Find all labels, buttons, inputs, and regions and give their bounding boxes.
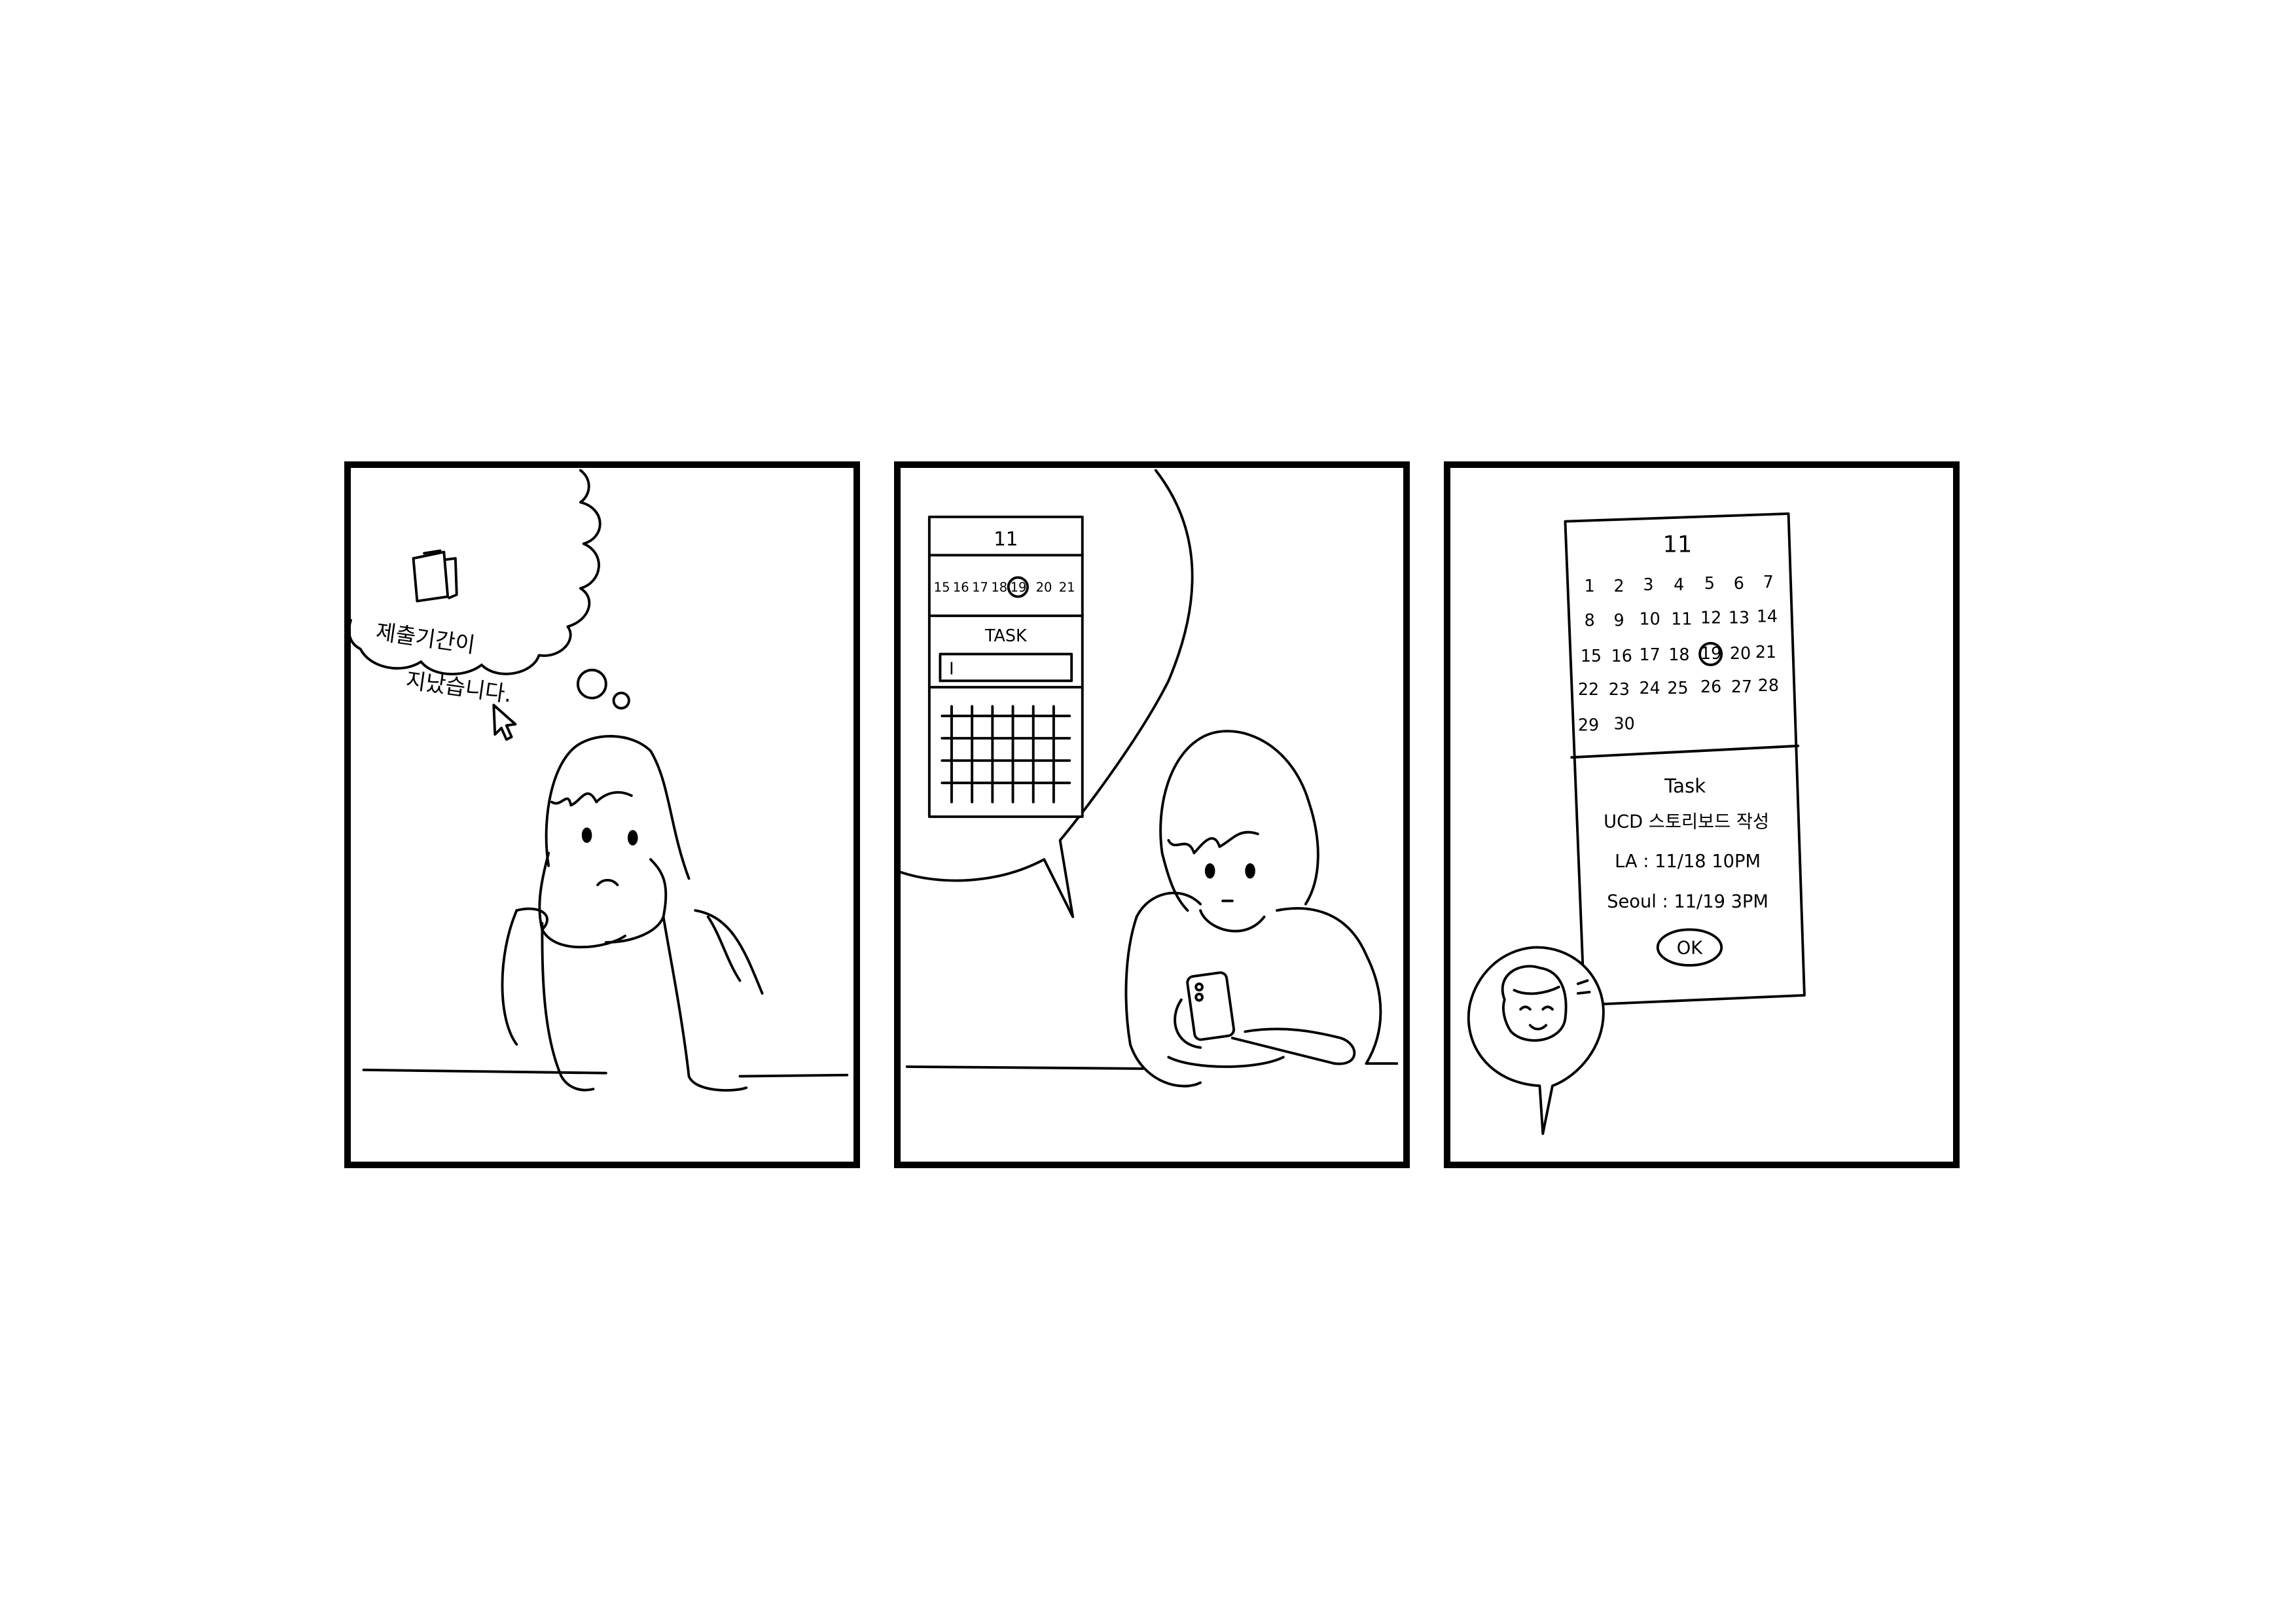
calendar-day: 6 — [1734, 573, 1744, 593]
calendar-day: 26 — [1700, 677, 1721, 696]
calendar-day: 8 — [1585, 611, 1595, 630]
week-day: 16 — [953, 580, 969, 595]
calendar-day: 4 — [1674, 575, 1684, 594]
calendar-month: 11 — [1663, 531, 1693, 558]
week-day: 20 — [1036, 580, 1052, 595]
calendar-day: 27 — [1731, 677, 1752, 696]
calendar-day: 5 — [1704, 573, 1715, 593]
thought-text-line1: 제출기간이 — [374, 618, 476, 658]
task-heading: Task — [1664, 775, 1706, 797]
comic-panel-1: 제출기간이 지났습니다. — [344, 461, 860, 1168]
mock-task-input-cursor: I — [949, 659, 954, 679]
document-icon — [412, 549, 458, 603]
calendar-day: 18 — [1668, 645, 1689, 664]
calendar-day: 11 — [1671, 609, 1692, 629]
panel-3-drawing: 11 1 2 3 4 5 6 7 8 9 10 11 12 13 14 15 1… — [1467, 512, 1806, 1135]
mouse-cursor-icon — [492, 704, 517, 741]
phone-icon — [1186, 971, 1236, 1041]
thought-dot-small — [612, 691, 630, 710]
calendar-day: 25 — [1667, 678, 1688, 698]
calendar-day: 30 — [1614, 713, 1635, 733]
la-time: LA : 11/18 10PM — [1615, 851, 1761, 872]
task-title: UCD 스토리보드 작성 — [1604, 812, 1769, 832]
week-day-selected: 19 — [1011, 580, 1027, 595]
table-edge — [905, 1062, 1399, 1070]
thought-dot-large — [577, 668, 607, 700]
calendar-day: 23 — [1609, 679, 1630, 699]
panel-1-drawing: 제출기간이 지났습니다. — [351, 469, 849, 1092]
comic-panel-3: 11 1 2 3 4 5 6 7 8 9 10 11 12 13 14 15 1… — [1444, 461, 1960, 1168]
calendar-day: 24 — [1639, 678, 1660, 698]
calendar-day: 7 — [1763, 572, 1774, 592]
calendar-day: 15 — [1581, 646, 1602, 666]
table-edge — [362, 1068, 849, 1078]
calendar-day: 29 — [1578, 715, 1599, 734]
avatar-speech-bubble — [1467, 946, 1605, 1135]
calendar-day: 21 — [1755, 642, 1776, 662]
mock-month: 11 — [994, 528, 1018, 550]
ok-button-label: OK — [1677, 938, 1703, 958]
week-day: 18 — [991, 580, 1007, 595]
mock-task-heading: TASK — [984, 626, 1028, 645]
calendar-day: 12 — [1700, 608, 1721, 628]
calendar-day: 13 — [1729, 608, 1749, 628]
comic-panel-2: 11 15 16 17 18 19 20 21 TASK I — [894, 461, 1410, 1168]
calendar-day: 3 — [1643, 575, 1653, 594]
seoul-time: Seoul : 11/19 3PM — [1607, 891, 1768, 912]
calendar-day: 14 — [1757, 607, 1778, 626]
girl-with-phone — [1124, 730, 1382, 1088]
thinking-girl — [501, 735, 764, 1092]
week-day: 21 — [1059, 580, 1075, 595]
calendar-day: 22 — [1578, 679, 1599, 699]
week-day: 15 — [934, 580, 950, 595]
calendar-day: 16 — [1611, 646, 1632, 666]
calendar-day: 17 — [1639, 645, 1660, 664]
panel-2-drawing: 11 15 16 17 18 19 20 21 TASK I — [901, 469, 1399, 1088]
calendar-day: 28 — [1758, 675, 1779, 695]
calendar-day: 1 — [1585, 576, 1595, 596]
calendar-day: 2 — [1614, 576, 1624, 596]
calendar-day: 20 — [1730, 643, 1751, 663]
calendar-day: 9 — [1614, 611, 1624, 630]
calendar-day: 10 — [1639, 609, 1660, 629]
week-day: 17 — [972, 580, 988, 595]
